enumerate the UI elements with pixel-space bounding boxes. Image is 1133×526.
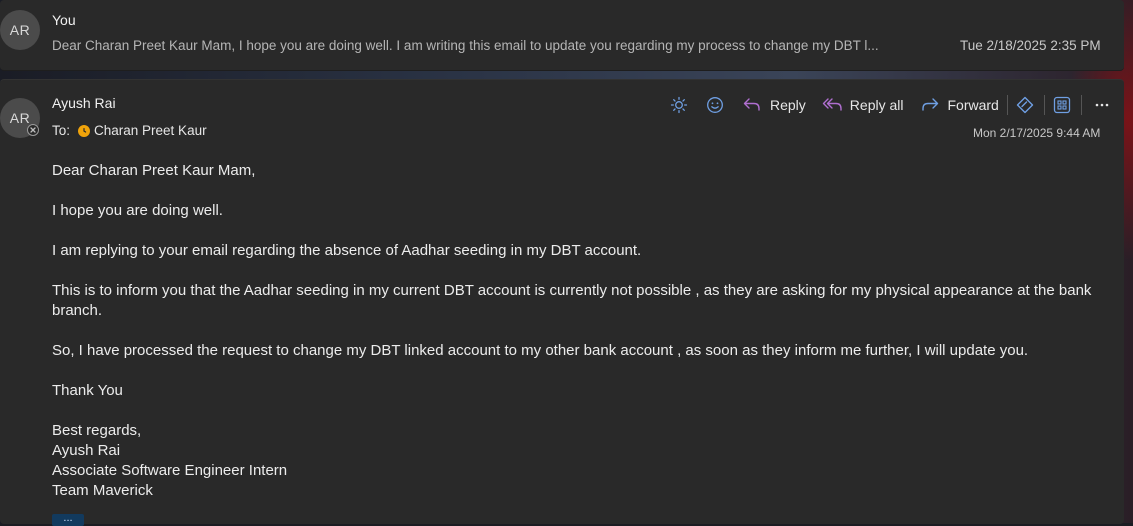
to-label: To:: [52, 123, 71, 138]
body-paragraph: I hope you are doing well.: [52, 202, 223, 219]
show-trimmed-content-button[interactable]: ...: [52, 513, 84, 526]
body-paragraph: This is to inform you that the Aadhar se…: [52, 282, 1092, 319]
collapsed-message[interactable]: AR You Dear Charan Preet Kaur Mam, I hop…: [0, 0, 1124, 71]
toolbar-divider: [1006, 95, 1008, 115]
tag-icon[interactable]: [1016, 92, 1036, 118]
message-body: Dear Charan Preet Kaur Mam, I hope you a…: [52, 161, 1092, 501]
message-date: Mon 2/17/2025 9:44 AM: [973, 126, 1101, 140]
body-paragraph: So, I have processed the request to chan…: [52, 342, 1029, 359]
sun-icon[interactable]: [670, 92, 692, 118]
sender-name: You: [52, 12, 76, 28]
sender-name[interactable]: Ayush Rai: [52, 95, 116, 111]
reply-all-button[interactable]: Reply all: [822, 92, 904, 118]
signature-regards: Best regards,: [52, 422, 142, 439]
recipient-name[interactable]: Charan Preet Kaur: [94, 123, 207, 138]
toolbar-divider: [1080, 95, 1082, 115]
body-paragraph: I am replying to your email regarding th…: [52, 242, 642, 259]
message-toolbar: Reply Reply all Forward: [670, 92, 1114, 118]
forward-icon: [921, 98, 938, 111]
forward-button[interactable]: Forward: [920, 92, 999, 118]
reply-icon: [743, 98, 760, 111]
toolbar-divider: [1043, 95, 1045, 115]
signature-name: Ayush Rai: [52, 442, 121, 459]
apps-icon[interactable]: [1053, 92, 1073, 118]
reply-all-icon: [822, 98, 842, 111]
more-icon[interactable]: [1090, 92, 1114, 118]
message-preview: Dear Charan Preet Kaur Mam, I hope you a…: [52, 38, 879, 53]
signature-team: Team Maverick: [52, 482, 153, 499]
reply-all-label: Reply all: [849, 97, 904, 113]
recipient-status-icon: [78, 124, 91, 137]
forward-label: Forward: [947, 97, 999, 113]
reply-label: Reply: [770, 97, 806, 113]
closing: Thank You: [52, 382, 123, 399]
greeting: Dear Charan Preet Kaur Mam,: [52, 162, 256, 179]
avatar: AR: [0, 10, 40, 50]
emoji-icon[interactable]: [706, 92, 728, 118]
reply-button[interactable]: Reply: [742, 92, 806, 118]
recipients-row: To: Charan Preet Kaur: [52, 123, 207, 138]
expanded-message: AR Ayush Rai To: Charan Preet Kaur Reply…: [0, 79, 1124, 526]
message-date: Tue 2/18/2025 2:35 PM: [960, 38, 1101, 53]
presence-blocked-icon: [27, 124, 39, 136]
signature-title: Associate Software Engineer Intern: [52, 462, 288, 479]
